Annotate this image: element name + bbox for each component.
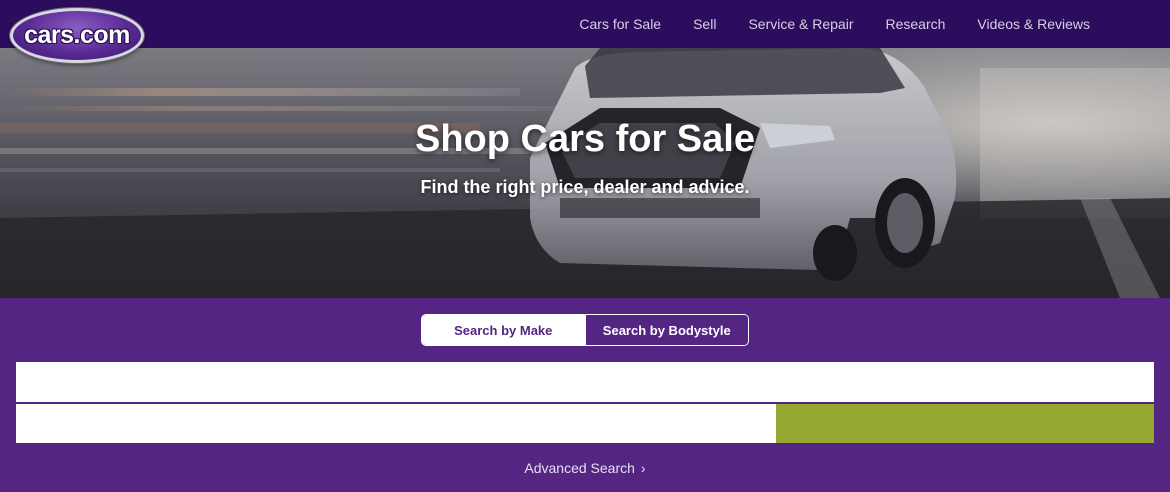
search-tabs: Search by Make Search by Bodystyle [421,314,749,346]
advanced-search-link[interactable]: Advanced Search › [0,460,1170,476]
chevron-right-icon: › [640,460,646,476]
search-button[interactable] [776,404,1154,443]
search-field-top[interactable] [16,362,1154,402]
nav-videos-reviews[interactable]: Videos & Reviews [961,16,1106,32]
hero-title: Shop Cars for Sale [415,118,755,160]
hero-car-image [0,48,1170,298]
nav-service-repair[interactable]: Service & Repair [732,16,869,32]
hero-subtitle: Find the right price, dealer and advice. [420,177,750,197]
site-header: cars.com Cars for Sale Sell Service & Re… [0,0,1170,63]
main-nav: Cars for Sale Sell Service & Repair Rese… [563,0,1106,48]
tab-search-by-bodystyle[interactable]: Search by Bodystyle [584,315,748,345]
advanced-search-label: Advanced Search [524,460,635,476]
nav-sell[interactable]: Sell [677,16,732,32]
hero-banner: Shop Cars for Sale Find the right price,… [0,48,1170,298]
tab-search-by-make[interactable]: Search by Make [422,315,585,345]
search-field-bottom[interactable] [16,404,776,443]
nav-research[interactable]: Research [870,16,962,32]
logo-text: cars.com [24,21,130,49]
cars-com-logo[interactable]: cars.com [10,8,144,63]
nav-cars-for-sale[interactable]: Cars for Sale [563,16,677,32]
